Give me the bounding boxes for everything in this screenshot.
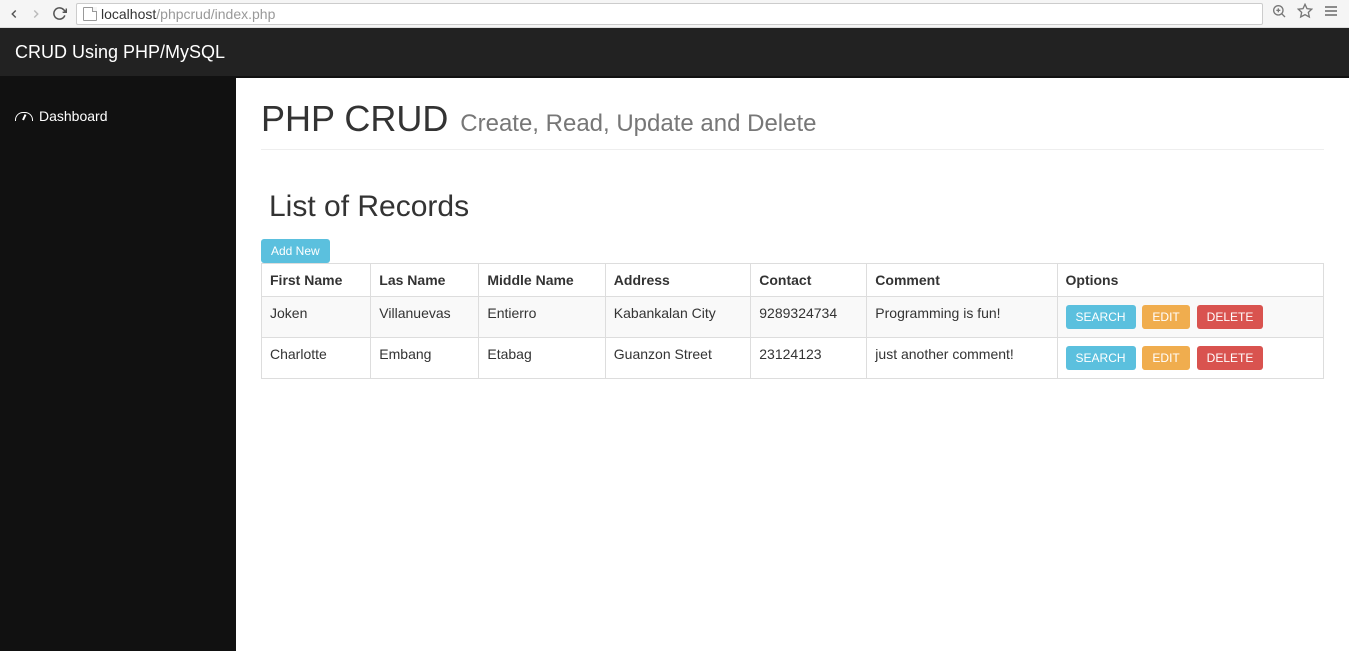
- reload-button[interactable]: [50, 5, 68, 23]
- add-new-button[interactable]: Add New: [261, 239, 330, 263]
- th-comment: Comment: [867, 264, 1057, 297]
- cell-comment: Programming is fun!: [867, 297, 1057, 338]
- zoom-icon[interactable]: [1271, 3, 1287, 24]
- cell-address: Kabankalan City: [605, 297, 750, 338]
- sidebar: Dashboard: [0, 78, 236, 651]
- th-contact: Contact: [751, 264, 867, 297]
- edit-button[interactable]: EDIT: [1142, 346, 1189, 370]
- browser-toolbar: localhost/phpcrud/index.php: [0, 0, 1349, 28]
- th-options: Options: [1057, 264, 1323, 297]
- search-button[interactable]: SEARCH: [1066, 346, 1136, 370]
- cell-options: SEARCH EDIT DELETE: [1057, 297, 1323, 338]
- cell-contact: 9289324734: [751, 297, 867, 338]
- sidebar-item-label: Dashboard: [39, 108, 108, 124]
- cell-last-name: Embang: [371, 338, 479, 379]
- delete-button[interactable]: DELETE: [1197, 346, 1264, 370]
- cell-last-name: Villanuevas: [371, 297, 479, 338]
- page-icon: [83, 7, 97, 21]
- dashboard-icon: [15, 110, 31, 122]
- main-content: PHP CRUD Create, Read, Update and Delete…: [236, 78, 1349, 651]
- th-first-name: First Name: [262, 264, 371, 297]
- cell-middle-name: Etabag: [479, 338, 605, 379]
- th-middle-name: Middle Name: [479, 264, 605, 297]
- cell-first-name: Joken: [262, 297, 371, 338]
- browser-right-controls: [1271, 3, 1343, 24]
- page-title: PHP CRUD: [261, 98, 448, 139]
- page-subtitle-small: Create, Read, Update and Delete: [460, 110, 816, 137]
- cell-address: Guanzon Street: [605, 338, 750, 379]
- edit-button[interactable]: EDIT: [1142, 305, 1189, 329]
- cell-first-name: Charlotte: [262, 338, 371, 379]
- table-row: Joken Villanuevas Entierro Kabankalan Ci…: [262, 297, 1324, 338]
- cell-options: SEARCH EDIT DELETE: [1057, 338, 1323, 379]
- section-title: List of Records: [269, 190, 1324, 224]
- url-text: localhost/phpcrud/index.php: [101, 6, 275, 22]
- navbar-brand[interactable]: CRUD Using PHP/MySQL: [15, 42, 225, 63]
- cell-middle-name: Entierro: [479, 297, 605, 338]
- table-header-row: First Name Las Name Middle Name Address …: [262, 264, 1324, 297]
- th-last-name: Las Name: [371, 264, 479, 297]
- sidebar-item-dashboard[interactable]: Dashboard: [0, 98, 236, 134]
- nav-arrows: [6, 5, 68, 23]
- records-table: First Name Las Name Middle Name Address …: [261, 263, 1324, 379]
- menu-icon[interactable]: [1323, 3, 1339, 24]
- delete-button[interactable]: DELETE: [1197, 305, 1264, 329]
- th-address: Address: [605, 264, 750, 297]
- cell-contact: 23124123: [751, 338, 867, 379]
- page-header: PHP CRUD Create, Read, Update and Delete: [261, 98, 1324, 150]
- back-button[interactable]: [6, 6, 22, 22]
- top-navbar: CRUD Using PHP/MySQL: [0, 28, 1349, 78]
- add-new-wrap: Add New: [261, 239, 1324, 263]
- address-bar[interactable]: localhost/phpcrud/index.php: [76, 3, 1263, 25]
- table-row: Charlotte Embang Etabag Guanzon Street 2…: [262, 338, 1324, 379]
- forward-button[interactable]: [28, 6, 44, 22]
- cell-comment: just another comment!: [867, 338, 1057, 379]
- layout: Dashboard PHP CRUD Create, Read, Update …: [0, 78, 1349, 651]
- search-button[interactable]: SEARCH: [1066, 305, 1136, 329]
- bookmark-star-icon[interactable]: [1297, 3, 1313, 24]
